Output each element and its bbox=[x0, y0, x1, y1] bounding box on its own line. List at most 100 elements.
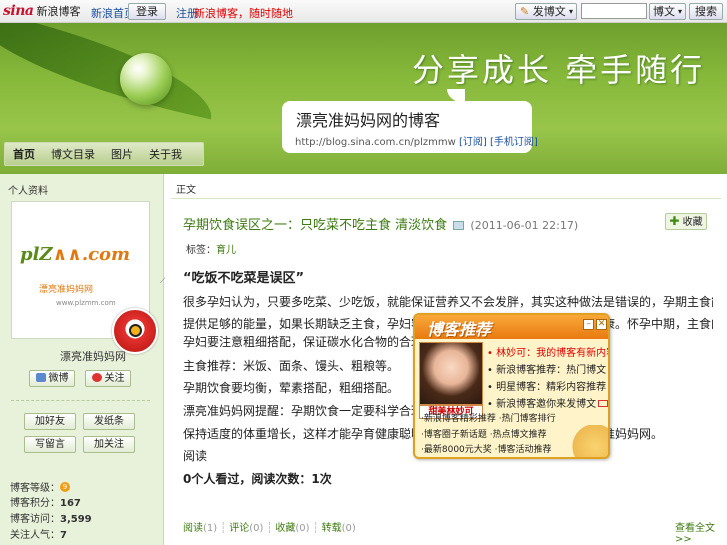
search-type-select[interactable]: 博文 ▾ bbox=[649, 3, 686, 20]
recommend-item-text: 林妙可：我的博客有新内容 bbox=[496, 348, 610, 359]
post-title[interactable]: 孕期饮食误区之一：只吃菜不吃主食 清淡饮食 (2011-06-01 22:17) bbox=[183, 214, 578, 233]
favorite-label: 收藏 bbox=[682, 217, 703, 228]
comment-link[interactable]: 评论 bbox=[229, 523, 249, 534]
plzmm-logo-figure: ∧∧ bbox=[52, 244, 82, 265]
recommend-item[interactable]: • 新浪博客推荐：热门博文 bbox=[487, 361, 606, 376]
blog-url[interactable]: http://blog.sina.com.cn/plzmmw bbox=[295, 137, 456, 148]
weibo-button[interactable]: 微博 bbox=[29, 370, 75, 387]
popup-header: 博客推荐 – ✕ bbox=[415, 315, 608, 339]
sina-weibo-icon bbox=[91, 373, 102, 382]
read-count: (1) bbox=[203, 523, 218, 534]
repost-link[interactable]: 转载 bbox=[322, 523, 342, 534]
image-icon bbox=[453, 221, 465, 230]
send-note-button[interactable]: 发纸条 bbox=[83, 413, 135, 430]
chevron-down-icon: ▾ bbox=[677, 7, 682, 16]
read-more-link[interactable]: 查看全文>> bbox=[675, 519, 727, 545]
login-button[interactable]: 登录 bbox=[128, 3, 166, 20]
user-name[interactable]: 漂亮准妈妈网 bbox=[60, 348, 126, 364]
recommend-item-text: 新浪博客邀你来发博文 bbox=[496, 399, 597, 410]
weibo-button-label: 微博 bbox=[48, 373, 69, 384]
recommend-item-text: 新浪博客推荐：热门博文 bbox=[496, 365, 607, 376]
post-title-text[interactable]: 孕期饮食误区之一：只吃菜不吃主食 清淡饮食 bbox=[183, 218, 447, 233]
plzmm-logo-text: plZ bbox=[20, 244, 53, 265]
recommend-item-text: 明星博客：精彩内容推荐 bbox=[496, 382, 607, 393]
stat-visits-label: 博客访问： bbox=[10, 514, 60, 525]
write-post-dropdown[interactable]: ✎ 发博文 ▾ bbox=[515, 3, 577, 20]
add-follow-button[interactable]: 加关注 bbox=[83, 436, 135, 453]
tag-label: 标签： bbox=[186, 245, 216, 256]
blog-title-box: 漂亮准妈妈网的博客 http://blog.sina.com.cn/plzmmw… bbox=[282, 101, 538, 153]
read-count-line: 0个人看过，阅读次数：1次 bbox=[183, 472, 332, 486]
close-icon[interactable]: ✕ bbox=[596, 319, 607, 330]
stat-followers-label: 关注人气： bbox=[10, 530, 60, 541]
blog-title[interactable]: 漂亮准妈妈网的博客 bbox=[296, 107, 440, 131]
chevron-down-icon: ▾ bbox=[568, 7, 573, 16]
stat-level-label: 博客等级： bbox=[10, 483, 60, 494]
footer-separator: ┆ bbox=[220, 523, 227, 534]
search-button[interactable]: 搜索 bbox=[689, 3, 723, 20]
post-footer-links: 阅读(1) ┆ 评论(0) ┆ 收藏(0) ┆ 转载(0) bbox=[183, 519, 356, 534]
favorite-button[interactable]: ✚ 收藏 bbox=[665, 213, 707, 230]
blog-recommend-popup: 博客推荐 – ✕ 甜美林妙可 • 林妙可：我的博客有新内容 • 新浪博客推荐：热… bbox=[413, 313, 610, 459]
subscribe-link[interactable]: [订阅] bbox=[459, 137, 487, 148]
mobile-subscribe-link[interactable]: [手机订阅] bbox=[490, 137, 538, 148]
plus-icon: ✚ bbox=[669, 214, 680, 228]
comment-count: (0) bbox=[249, 523, 264, 534]
favorite-count: (0) bbox=[295, 523, 310, 534]
blog-banner: 分享成长 牵手随行 漂亮准妈妈网的博客 http://blog.sina.com… bbox=[0, 23, 727, 174]
weibo-icon bbox=[35, 373, 46, 382]
stat-points: 博客积分：167 bbox=[10, 494, 81, 509]
plzmm-logo: plZ∧∧.com bbox=[20, 244, 130, 265]
write-post-label: 发博文 bbox=[532, 5, 566, 18]
nav-home[interactable]: 首页 bbox=[5, 146, 43, 162]
plzmm-logo-subtitle: 漂亮准妈妈网 bbox=[39, 285, 94, 295]
top-toolbar: sina 新浪博客 新浪首页 登录 注册 新浪博客，随时随地 ✎ 发博文 ▾ 博… bbox=[0, 0, 727, 23]
stat-followers: 关注人气：7 bbox=[10, 526, 67, 541]
tag-link[interactable]: 育儿 bbox=[216, 245, 236, 256]
recommend-item[interactable]: • 明星博客：精彩内容推荐 bbox=[487, 378, 606, 393]
plzmm-logo-url: www.plzmm.com bbox=[56, 299, 116, 307]
follow-weibo-label: 关注 bbox=[104, 373, 125, 384]
add-friend-button[interactable]: 加好友 bbox=[24, 413, 76, 430]
footer-separator: ┆ bbox=[312, 523, 319, 534]
recommend-item[interactable]: • 林妙可：我的博客有新内容 bbox=[487, 344, 610, 359]
recommend-link-line[interactable]: ·新浪博客精彩推荐 ·热门博客排行 bbox=[421, 411, 556, 424]
search-input[interactable] bbox=[581, 3, 647, 19]
post-timestamp: (2011-06-01 22:17) bbox=[470, 219, 579, 232]
nav-about[interactable]: 关于我 bbox=[141, 146, 190, 162]
nav-photos[interactable]: 图片 bbox=[103, 146, 141, 162]
stat-points-value: 167 bbox=[60, 498, 81, 509]
follow-weibo-button[interactable]: 关注 bbox=[85, 370, 131, 387]
blog-url-line: http://blog.sina.com.cn/plzmmw [订阅] [手机订… bbox=[295, 133, 538, 148]
blog-nav: 首页 博文目录 图片 关于我 bbox=[4, 142, 204, 166]
nav-posts[interactable]: 博文目录 bbox=[43, 146, 103, 162]
promo-link[interactable]: 新浪博客，随时随地 bbox=[194, 5, 293, 21]
recommend-photo[interactable] bbox=[419, 342, 483, 405]
recommend-link-line[interactable]: ·最新8000元大奖 ·博客活动推荐 bbox=[421, 442, 552, 455]
recommend-item[interactable]: • 新浪博客邀你来发博文 bbox=[487, 395, 608, 410]
profile-section-title: 个人资料 bbox=[8, 186, 48, 197]
stat-level: 博客等级： 9 bbox=[10, 479, 70, 494]
search-type-label: 博文 bbox=[653, 5, 675, 18]
cloud-decoration bbox=[565, 425, 608, 457]
profile-sidebar: 个人资料 plZ∧∧.com 漂亮准妈妈网 www.plzmm.com 漂亮准妈… bbox=[0, 174, 164, 545]
read-link[interactable]: 阅读 bbox=[183, 523, 203, 534]
repost-count: (0) bbox=[341, 523, 356, 534]
banner-slogan: 分享成长 牵手随行 bbox=[412, 51, 706, 89]
blog-level-icon: 9 bbox=[60, 482, 70, 492]
blog-logo-text: 新浪博客 bbox=[36, 5, 81, 18]
favorite-link[interactable]: 收藏 bbox=[275, 523, 295, 534]
recommend-link-line[interactable]: ·博客圈子新话题 ·热点博文推荐 bbox=[421, 427, 547, 440]
stat-visits: 博客访问：3,599 bbox=[10, 510, 92, 525]
stat-visits-value: 3,599 bbox=[60, 514, 92, 525]
post-quote: “吃饭不吃菜是误区” bbox=[183, 271, 305, 286]
leave-message-button[interactable]: 写留言 bbox=[24, 436, 76, 453]
leaf-decoration bbox=[0, 23, 224, 120]
minimize-icon[interactable]: – bbox=[583, 319, 594, 330]
popup-title: 博客推荐 bbox=[427, 320, 492, 339]
stat-points-label: 博客积分： bbox=[10, 498, 60, 509]
main-section-title: 正文 bbox=[176, 185, 196, 196]
sina-blog-logo[interactable]: sina 新浪博客 bbox=[3, 3, 80, 19]
weibo-eye-icon bbox=[129, 324, 142, 337]
main-divider bbox=[171, 198, 721, 199]
